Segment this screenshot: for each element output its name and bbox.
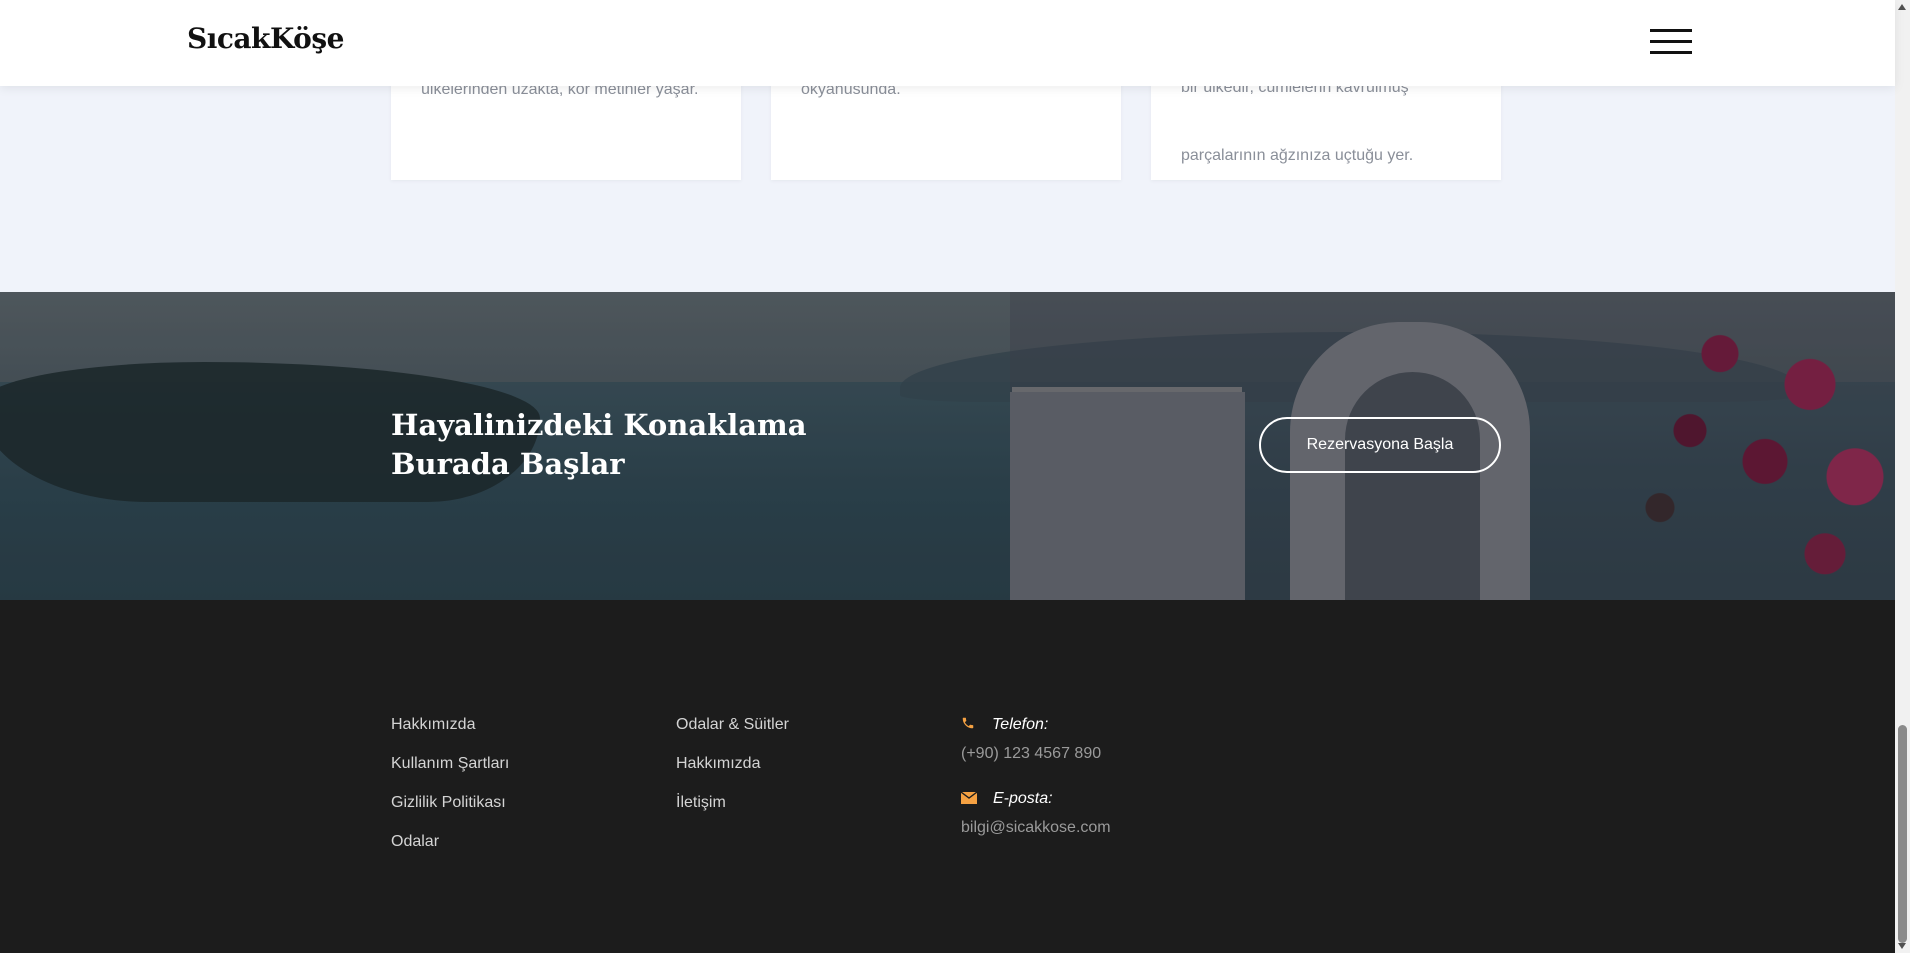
cta-title: Hayalinizdeki Konaklama Burada Başlar	[391, 408, 807, 481]
hamburger-line	[1650, 40, 1692, 43]
footer-link-terms[interactable]: Kullanım Şartları	[391, 755, 509, 773]
page-scrollbar[interactable]	[1895, 0, 1910, 953]
email-label: E-posta:	[993, 790, 1053, 807]
hamburger-line	[1650, 29, 1692, 32]
hamburger-line	[1650, 51, 1692, 54]
footer-link-rooms[interactable]: Odalar	[391, 833, 439, 851]
phone-value[interactable]: (+90) 123 4567 890	[961, 745, 1101, 763]
scroll-up-arrow-icon[interactable]	[1898, 4, 1906, 10]
card-text-line: parçalarının ağzınıza uçtuğu yer.	[1181, 147, 1414, 164]
envelope-icon	[961, 792, 977, 804]
footer-link-about[interactable]: Hakkımızda	[391, 716, 475, 734]
email-value[interactable]: bilgi@sicakkose.com	[961, 819, 1111, 837]
site-header: SıcakKöşe	[0, 0, 1895, 86]
banner-overlay	[0, 292, 1895, 600]
footer-link-rooms-suites[interactable]: Odalar & Süitler	[676, 716, 789, 734]
site-footer: Hakkımızda Kullanım Şartları Gizlilik Po…	[0, 600, 1895, 953]
site-logo[interactable]: SıcakKöşe	[187, 22, 344, 55]
scroll-down-arrow-icon[interactable]	[1898, 943, 1906, 949]
start-booking-button[interactable]: Rezervasyona Başla	[1259, 417, 1501, 473]
footer-link-about-2[interactable]: Hakkımızda	[676, 755, 760, 773]
scrollbar-thumb[interactable]	[1898, 725, 1907, 943]
phone-label: Telefon:	[992, 716, 1049, 733]
footer-link-privacy[interactable]: Gizlilik Politikası	[391, 794, 506, 812]
hamburger-menu-icon[interactable]	[1650, 29, 1692, 57]
cta-banner: Hayalinizdeki Konaklama Burada Başlar Re…	[0, 292, 1895, 600]
footer-link-contact[interactable]: İletişim	[676, 794, 726, 812]
phone-icon	[962, 717, 974, 729]
